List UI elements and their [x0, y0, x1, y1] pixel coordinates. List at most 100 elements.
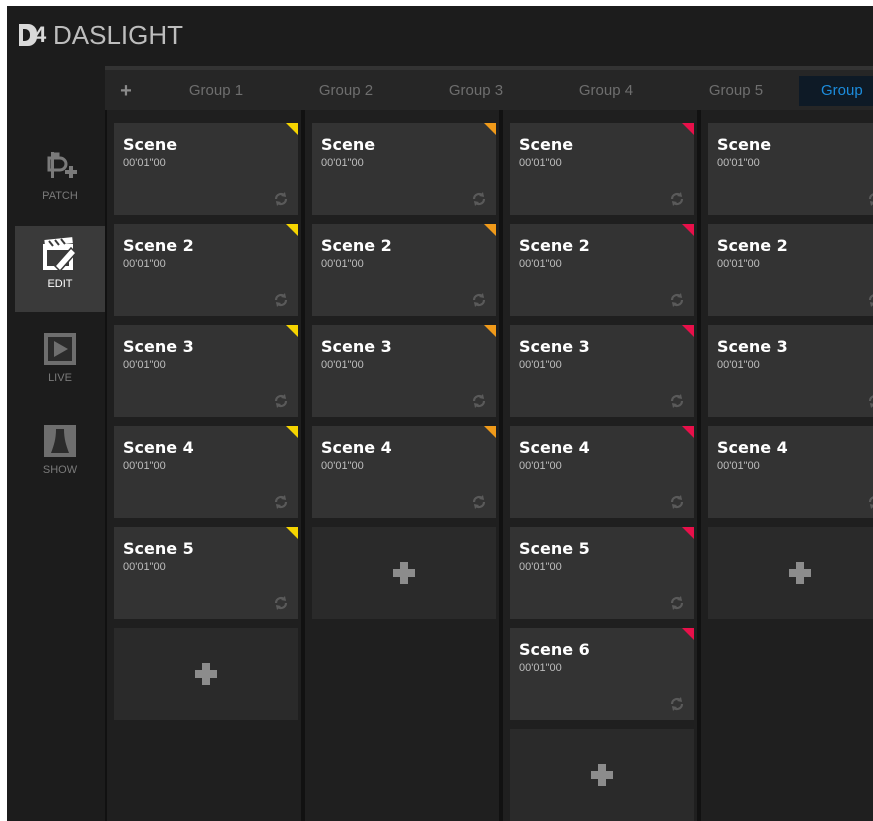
- scene-card[interactable]: Scene 00'01"00: [114, 123, 298, 215]
- scene-card[interactable]: Scene 5 00'01"00: [510, 527, 694, 619]
- scene-card[interactable]: Scene 00'01"00: [312, 123, 496, 215]
- scene-card[interactable]: Scene 4 00'01"00: [510, 426, 694, 518]
- edit-clapper-icon: [41, 236, 79, 274]
- scene-name: Scene 2: [321, 236, 392, 255]
- logo-text: DASLIGHT: [53, 20, 184, 50]
- scene-card[interactable]: Scene 00'01"00: [708, 123, 873, 215]
- loop-icon[interactable]: [669, 292, 685, 308]
- loop-icon[interactable]: [471, 494, 487, 510]
- plus-icon: [195, 663, 217, 685]
- scene-name: Scene 4: [123, 438, 194, 457]
- scene-duration: 00'01"00: [519, 359, 562, 371]
- mode-sidebar: PATCH EDIT LIVE SHOW: [7, 66, 105, 821]
- add-scene-button[interactable]: [312, 527, 496, 619]
- loop-icon[interactable]: [273, 595, 289, 611]
- scene-card[interactable]: Scene 3 00'01"00: [312, 325, 496, 417]
- scene-card[interactable]: Scene 2 00'01"00: [708, 224, 873, 316]
- nav-patch[interactable]: PATCH: [15, 138, 105, 224]
- scene-card[interactable]: Scene 2 00'01"00: [114, 224, 298, 316]
- loop-icon[interactable]: [669, 191, 685, 207]
- plus-icon: [789, 562, 811, 584]
- tab-group-5[interactable]: Group 5: [681, 76, 791, 106]
- plus-icon: [591, 764, 613, 786]
- app-header: 4 DASLIGHT: [7, 6, 873, 66]
- scene-color-flag: [286, 123, 298, 135]
- scene-column: Scene 00'01"00 Scene 2 00'01"00 Scene 3 00'01…: [107, 110, 301, 821]
- scene-duration: 00'01"00: [717, 460, 760, 472]
- loop-icon[interactable]: [471, 393, 487, 409]
- loop-icon[interactable]: [471, 191, 487, 207]
- scene-color-flag: [484, 426, 496, 438]
- scene-duration: 00'01"00: [519, 561, 562, 573]
- play-icon: [41, 330, 79, 368]
- loop-icon[interactable]: [669, 696, 685, 712]
- scene-name: Scene: [123, 135, 178, 154]
- scene-color-flag: [682, 527, 694, 539]
- scene-card[interactable]: Scene 4 00'01"00: [312, 426, 496, 518]
- add-scene-button[interactable]: [708, 527, 873, 619]
- group-tab-bar: + Group 1 Group 2 Group 3 Group 4 Group …: [105, 66, 873, 110]
- daslight-logo: 4 DASLIGHT: [19, 18, 183, 52]
- scene-card[interactable]: Scene 3 00'01"00: [510, 325, 694, 417]
- scene-card[interactable]: Scene 2 00'01"00: [510, 224, 694, 316]
- scene-duration: 00'01"00: [123, 561, 166, 573]
- scene-card[interactable]: Scene 6 00'01"00: [510, 628, 694, 720]
- scene-name: Scene: [519, 135, 574, 154]
- loop-icon[interactable]: [669, 393, 685, 409]
- scene-color-flag: [682, 325, 694, 337]
- loop-icon[interactable]: [867, 494, 873, 510]
- add-scene-button[interactable]: [510, 729, 694, 821]
- scene-duration: 00'01"00: [717, 359, 760, 371]
- scene-card[interactable]: Scene 00'01"00: [510, 123, 694, 215]
- scene-name: Scene 2: [123, 236, 194, 255]
- nav-live[interactable]: LIVE: [15, 320, 105, 406]
- plus-icon: [393, 562, 415, 584]
- loop-icon[interactable]: [273, 393, 289, 409]
- nav-show[interactable]: SHOW: [15, 412, 105, 498]
- loop-icon[interactable]: [669, 595, 685, 611]
- tab-group-6[interactable]: Group: [799, 76, 873, 106]
- tab-group-4[interactable]: Group 4: [551, 76, 661, 106]
- scene-name: Scene: [717, 135, 772, 154]
- scene-duration: 00'01"00: [717, 258, 760, 270]
- scene-card[interactable]: Scene 4 00'01"00: [114, 426, 298, 518]
- scene-color-flag: [682, 123, 694, 135]
- daslight-app: 4 DASLIGHT PATCH EDIT LIVE SHOW + Group …: [7, 6, 873, 821]
- scene-duration: 00'01"00: [717, 157, 760, 169]
- scene-duration: 00'01"00: [519, 258, 562, 270]
- scene-color-flag: [484, 325, 496, 337]
- loop-icon[interactable]: [273, 191, 289, 207]
- scene-name: Scene 4: [321, 438, 392, 457]
- scene-color-flag: [286, 224, 298, 236]
- window-frame: 4 DASLIGHT PATCH EDIT LIVE SHOW + Group …: [0, 0, 873, 821]
- tab-group-3[interactable]: Group 3: [421, 76, 531, 106]
- scene-card[interactable]: Scene 3 00'01"00: [114, 325, 298, 417]
- scene-name: Scene 3: [519, 337, 590, 356]
- tab-group-2[interactable]: Group 2: [291, 76, 401, 106]
- loop-icon[interactable]: [669, 494, 685, 510]
- scene-duration: 00'01"00: [123, 460, 166, 472]
- scene-duration: 00'01"00: [519, 157, 562, 169]
- scene-card[interactable]: Scene 3 00'01"00: [708, 325, 873, 417]
- scene-name: Scene 5: [519, 539, 590, 558]
- nav-label: LIVE: [48, 372, 72, 384]
- scene-color-flag: [484, 224, 496, 236]
- nav-edit[interactable]: EDIT: [15, 226, 105, 312]
- scene-name: Scene 2: [519, 236, 590, 255]
- tab-group-1[interactable]: Group 1: [161, 76, 271, 106]
- scene-color-flag: [682, 628, 694, 640]
- scene-name: Scene 3: [123, 337, 194, 356]
- scene-name: Scene: [321, 135, 376, 154]
- scene-card[interactable]: Scene 2 00'01"00: [312, 224, 496, 316]
- loop-icon[interactable]: [273, 494, 289, 510]
- loop-icon[interactable]: [867, 191, 873, 207]
- scene-duration: 00'01"00: [519, 460, 562, 472]
- loop-icon[interactable]: [471, 292, 487, 308]
- scene-card[interactable]: Scene 4 00'01"00: [708, 426, 873, 518]
- loop-icon[interactable]: [867, 292, 873, 308]
- add-group-button[interactable]: +: [113, 76, 139, 106]
- scene-card[interactable]: Scene 5 00'01"00: [114, 527, 298, 619]
- add-scene-button[interactable]: [114, 628, 298, 720]
- loop-icon[interactable]: [867, 393, 873, 409]
- loop-icon[interactable]: [273, 292, 289, 308]
